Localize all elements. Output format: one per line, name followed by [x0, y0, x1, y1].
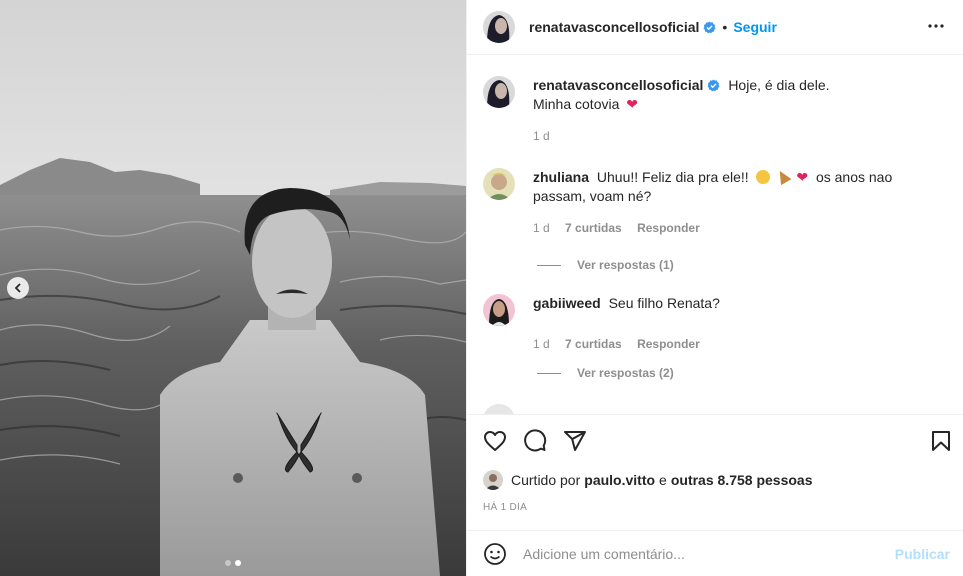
- replies-divider: [537, 264, 561, 266]
- verified-icon: [703, 20, 716, 33]
- view-replies-button[interactable]: Ver respostas (1): [537, 258, 674, 272]
- post-sidebar: renatavasconcellosoficial • Seguir renat…: [466, 0, 963, 576]
- verified-icon: [707, 79, 720, 92]
- likes-count[interactable]: outras 8.758 pessoas: [671, 472, 813, 488]
- liker-avatar[interactable]: [483, 470, 503, 490]
- caption-text-line2: Minha cotovia: [533, 96, 620, 112]
- action-bar: [467, 414, 963, 466]
- heart-icon[interactable]: [483, 429, 507, 453]
- emoji-icon[interactable]: [483, 542, 507, 566]
- comment-icon[interactable]: [523, 429, 547, 453]
- comment-input[interactable]: Adicione um comentário...: [523, 546, 895, 562]
- carousel-indicator: [0, 560, 466, 566]
- caption-text-line1: Hoje, é dia dele.: [728, 77, 830, 93]
- chevron-left-icon: [14, 283, 21, 293]
- comment-text: Uhuu!! Feliz dia pra ele!!: [596, 169, 749, 185]
- comment-avatar[interactable]: [483, 294, 515, 326]
- view-replies-label: Ver respostas (1): [577, 258, 674, 272]
- caption-username[interactable]: renatavasconcellosoficial: [533, 77, 703, 93]
- post-date[interactable]: HÁ 1 DIA: [483, 502, 527, 513]
- comment-likes[interactable]: 7 curtidas: [565, 337, 622, 351]
- view-replies-label: Ver respostas (2): [577, 366, 674, 380]
- red-heart-emoji-icon: ❤: [626, 96, 639, 112]
- comment-text: Seu filho Renata?: [608, 295, 720, 311]
- more-icon[interactable]: [926, 16, 946, 36]
- likes-summary: Curtido por paulo.vitto e outras 8.758 p…: [483, 470, 812, 490]
- post-caption: renatavasconcellosoficial Hoje, é dia de…: [483, 76, 943, 146]
- header-separator: •: [722, 19, 728, 35]
- replies-divider: [537, 372, 561, 374]
- add-comment-bar: Adicione um comentário... Publicar: [467, 530, 963, 576]
- caption-time: 1 d: [533, 129, 550, 143]
- reply-button[interactable]: Responder: [637, 337, 700, 351]
- carousel-dot: [225, 560, 231, 566]
- share-icon[interactable]: [563, 429, 587, 453]
- likes-prefix: Curtido por: [511, 472, 581, 488]
- carousel-dot-active: [235, 560, 241, 566]
- reply-button[interactable]: Responder: [637, 221, 700, 235]
- post-photo[interactable]: [0, 0, 466, 576]
- author-username[interactable]: renatavasconcellosoficial: [529, 19, 699, 35]
- party-popper-emoji-icon: [774, 167, 792, 186]
- post-header: renatavasconcellosoficial • Seguir: [467, 0, 963, 55]
- follow-button[interactable]: Seguir: [733, 19, 777, 35]
- comment-likes[interactable]: 7 curtidas: [565, 221, 622, 235]
- likes-middle: e: [659, 472, 667, 488]
- red-heart-emoji-icon: ❤: [796, 169, 809, 185]
- author-avatar[interactable]: [483, 11, 515, 43]
- author-avatar[interactable]: [483, 76, 515, 108]
- comments-list[interactable]: renatavasconcellosoficial Hoje, é dia de…: [467, 56, 963, 414]
- party-face-emoji-icon: [755, 170, 770, 184]
- comment-item: zhuliana Uhuu!! Feliz dia pra ele!! ❤ os…: [483, 167, 933, 238]
- save-icon[interactable]: [929, 429, 953, 453]
- comment-username[interactable]: zhuliana: [533, 169, 589, 185]
- comment-time: 1 d: [533, 337, 550, 351]
- view-replies-button[interactable]: Ver respostas (2): [537, 366, 674, 380]
- comment-avatar[interactable]: [483, 168, 515, 200]
- carousel-prev-button[interactable]: [7, 277, 29, 299]
- photo-image: [0, 0, 466, 576]
- comment-item: gabiiweed Seu filho Renata? 1 d 7 curtid…: [483, 294, 933, 354]
- comment-username[interactable]: gabiiweed: [533, 295, 601, 311]
- comment-item-partial: [483, 404, 515, 414]
- comment-time: 1 d: [533, 221, 550, 235]
- liker-username[interactable]: paulo.vitto: [584, 472, 655, 488]
- publish-button[interactable]: Publicar: [895, 546, 950, 562]
